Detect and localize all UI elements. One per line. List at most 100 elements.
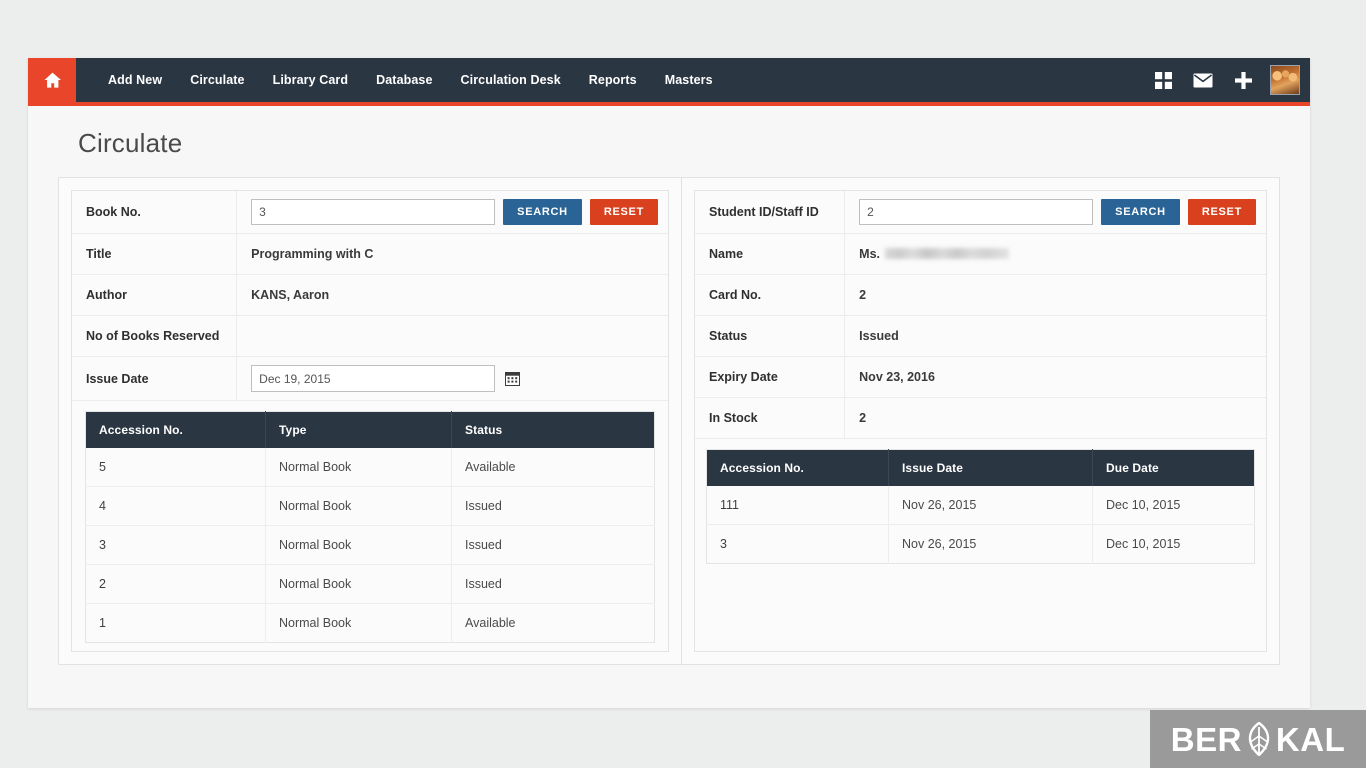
cell-accession: 111 bbox=[707, 486, 889, 525]
cell-status: Available bbox=[452, 448, 655, 487]
home-button[interactable] bbox=[28, 58, 76, 102]
member-reset-button[interactable]: RESET bbox=[1188, 199, 1256, 225]
member-status-label: Status bbox=[695, 316, 845, 357]
in-stock-label: In Stock bbox=[695, 398, 845, 439]
column-header-accession-no[interactable]: Accession No. bbox=[86, 412, 266, 449]
column-header-status[interactable]: Status bbox=[452, 412, 655, 449]
column-header-type[interactable]: Type bbox=[266, 412, 452, 449]
table-row[interactable]: 5 Normal Book Available bbox=[86, 448, 655, 487]
cell-status: Issued bbox=[452, 565, 655, 604]
cell-type: Normal Book bbox=[266, 487, 452, 526]
avatar[interactable] bbox=[1270, 65, 1300, 95]
grid-button[interactable] bbox=[1144, 58, 1182, 102]
book-panel: Book No. SEARCH RESET Title bbox=[59, 178, 681, 664]
watermark: BER KAL bbox=[1150, 710, 1366, 768]
page-body: Circulate Book No. SEARCH RESET bbox=[28, 106, 1310, 665]
member-name-row: Name Ms. bbox=[695, 234, 1266, 275]
redacted-name bbox=[885, 248, 1009, 259]
nav-item-circulate[interactable]: Circulate bbox=[176, 58, 258, 102]
column-header-issue-date[interactable]: Issue Date bbox=[889, 450, 1093, 487]
watermark-text-left: BER bbox=[1171, 723, 1242, 756]
member-status-value: Issued bbox=[845, 316, 1266, 357]
book-accession-table: Accession No. Type Status 5 Normal Book … bbox=[85, 411, 655, 643]
book-author-label: Author bbox=[72, 275, 237, 316]
student-id-label: Student ID/Staff ID bbox=[695, 191, 845, 234]
table-header-row: Accession No. Type Status bbox=[86, 412, 655, 449]
leaf-icon bbox=[1243, 722, 1275, 756]
nav-item-masters[interactable]: Masters bbox=[651, 58, 727, 102]
cell-accession: 3 bbox=[86, 526, 266, 565]
home-icon bbox=[43, 71, 62, 89]
book-search-button[interactable]: SEARCH bbox=[503, 199, 582, 225]
main-navbar: Add New Circulate Library Card Database … bbox=[28, 58, 1310, 106]
table-row[interactable]: 4 Normal Book Issued bbox=[86, 487, 655, 526]
student-id-input[interactable] bbox=[859, 199, 1093, 225]
cell-due-date: Dec 10, 2015 bbox=[1093, 486, 1255, 525]
book-reset-button[interactable]: RESET bbox=[590, 199, 658, 225]
plus-icon bbox=[1235, 72, 1252, 89]
member-panel-inner: Student ID/Staff ID SEARCH RESET Name bbox=[694, 190, 1267, 652]
column-header-due-date[interactable]: Due Date bbox=[1093, 450, 1255, 487]
cell-accession: 3 bbox=[707, 525, 889, 564]
member-status-row: Status Issued bbox=[695, 316, 1266, 357]
cell-accession: 4 bbox=[86, 487, 266, 526]
nav-item-circulation-desk[interactable]: Circulation Desk bbox=[447, 58, 575, 102]
cell-accession: 1 bbox=[86, 604, 266, 643]
table-row[interactable]: 2 Normal Book Issued bbox=[86, 565, 655, 604]
nav-item-reports[interactable]: Reports bbox=[575, 58, 651, 102]
nav-item-label: Library Card bbox=[273, 73, 349, 87]
add-button[interactable] bbox=[1224, 58, 1262, 102]
member-search-button[interactable]: SEARCH bbox=[1101, 199, 1180, 225]
table-row[interactable]: 111 Nov 26, 2015 Dec 10, 2015 bbox=[707, 486, 1255, 525]
navbar-actions bbox=[1144, 58, 1310, 102]
page-title: Circulate bbox=[44, 106, 1294, 177]
cell-status: Issued bbox=[452, 526, 655, 565]
watermark-text-right: KAL bbox=[1276, 723, 1345, 756]
expiry-date-value: Nov 23, 2016 bbox=[845, 357, 1266, 398]
nav-item-database[interactable]: Database bbox=[362, 58, 446, 102]
member-card-no-row: Card No. 2 bbox=[695, 275, 1266, 316]
member-search-row: Student ID/Staff ID SEARCH RESET bbox=[695, 191, 1266, 234]
book-search-row: Book No. SEARCH RESET bbox=[72, 191, 668, 234]
card-no-value: 2 bbox=[845, 275, 1266, 316]
calendar-icon[interactable] bbox=[505, 371, 520, 386]
cell-type: Normal Book bbox=[266, 565, 452, 604]
member-panel: Student ID/Staff ID SEARCH RESET Name bbox=[682, 178, 1279, 664]
member-in-stock-row: In Stock 2 bbox=[695, 398, 1266, 439]
nav-item-label: Circulation Desk bbox=[461, 73, 561, 87]
table-row[interactable]: 3 Normal Book Issued bbox=[86, 526, 655, 565]
cell-status: Available bbox=[452, 604, 655, 643]
panels-frame: Book No. SEARCH RESET Title bbox=[58, 177, 1280, 665]
member-issue-table-wrap: Accession No. Issue Date Due Date 111 No… bbox=[695, 439, 1266, 564]
book-detail-table: Book No. SEARCH RESET Title bbox=[72, 191, 668, 401]
cell-issue-date: Nov 26, 2015 bbox=[889, 486, 1093, 525]
nav-item-label: Circulate bbox=[190, 73, 244, 87]
table-row[interactable]: 3 Nov 26, 2015 Dec 10, 2015 bbox=[707, 525, 1255, 564]
nav-item-library-card[interactable]: Library Card bbox=[259, 58, 363, 102]
cell-accession: 2 bbox=[86, 565, 266, 604]
issue-date-input[interactable] bbox=[251, 365, 495, 392]
book-no-label: Book No. bbox=[72, 191, 237, 234]
table-row[interactable]: 1 Normal Book Available bbox=[86, 604, 655, 643]
issue-date-row: Issue Date bbox=[72, 357, 668, 401]
member-name-label: Name bbox=[695, 234, 845, 275]
books-reserved-label: No of Books Reserved bbox=[72, 316, 237, 357]
book-author-value: KANS, Aaron bbox=[237, 275, 668, 316]
grid-icon bbox=[1155, 72, 1172, 89]
member-detail-table: Student ID/Staff ID SEARCH RESET Name bbox=[695, 191, 1266, 439]
book-title-row: Title Programming with C bbox=[72, 234, 668, 275]
nav-item-add-new[interactable]: Add New bbox=[94, 58, 176, 102]
expiry-date-label: Expiry Date bbox=[695, 357, 845, 398]
application-window: Add New Circulate Library Card Database … bbox=[28, 58, 1310, 708]
issue-date-label: Issue Date bbox=[72, 357, 237, 401]
cell-type: Normal Book bbox=[266, 526, 452, 565]
book-panel-inner: Book No. SEARCH RESET Title bbox=[71, 190, 669, 652]
book-no-input[interactable] bbox=[251, 199, 495, 225]
book-title-value: Programming with C bbox=[237, 234, 668, 275]
nav-links: Add New Circulate Library Card Database … bbox=[76, 58, 727, 102]
messages-button[interactable] bbox=[1184, 58, 1222, 102]
books-reserved-row: No of Books Reserved bbox=[72, 316, 668, 357]
member-name-value: Ms. bbox=[845, 234, 1266, 275]
column-header-accession-no[interactable]: Accession No. bbox=[707, 450, 889, 487]
nav-item-label: Reports bbox=[589, 73, 637, 87]
